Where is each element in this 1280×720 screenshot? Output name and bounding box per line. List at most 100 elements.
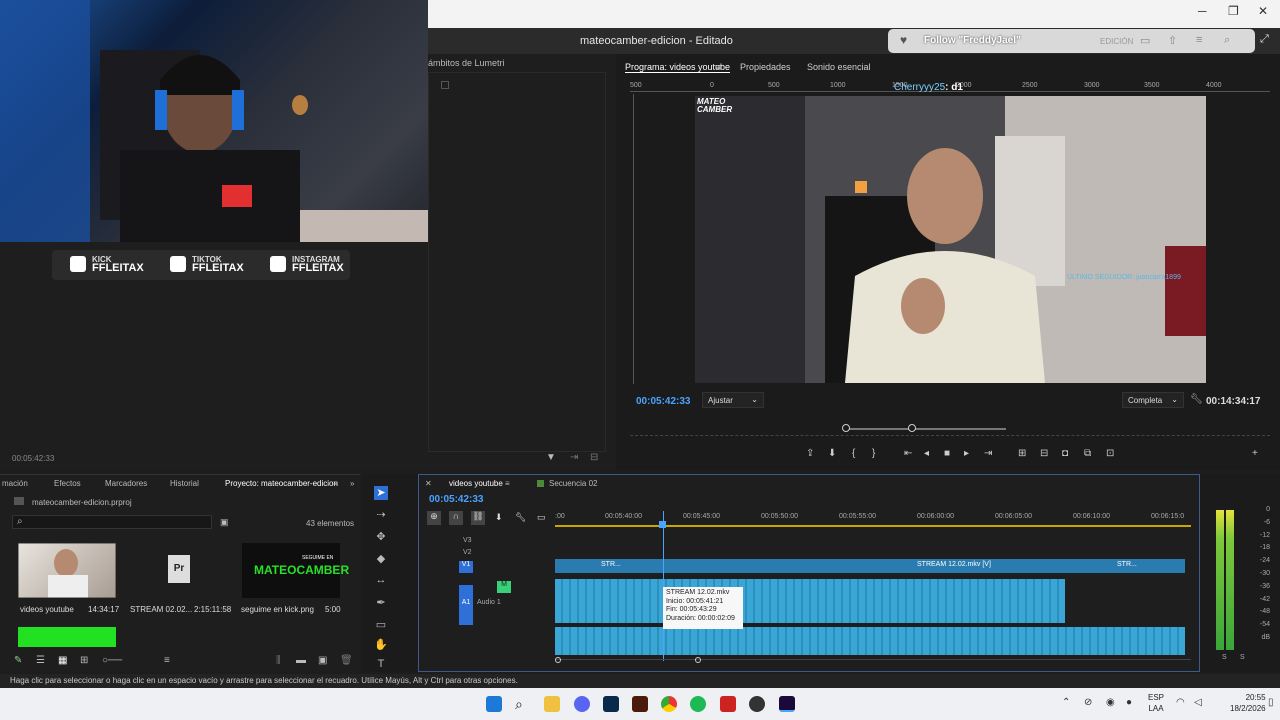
tab-informacion[interactable]: mación: [2, 479, 28, 488]
multicam-icon[interactable]: ⊡: [1106, 448, 1114, 459]
share-icon[interactable]: ⇧: [1168, 34, 1177, 47]
tray-app-icon[interactable]: ◉: [1106, 697, 1115, 708]
snap-icon[interactable]: ∩: [449, 511, 463, 525]
solo-right-button[interactable]: S: [1240, 654, 1245, 661]
go-to-out-icon[interactable]: ⇥: [984, 448, 992, 459]
timeline-ruler[interactable]: :00 00:05:40:00 00:05:45:00 00:05:50:00 …: [555, 511, 1191, 528]
hand-tool-icon[interactable]: ✋: [374, 638, 388, 652]
wifi-icon[interactable]: ◠: [1176, 697, 1185, 708]
captions-icon[interactable]: ▭: [537, 512, 546, 523]
trash-icon[interactable]: 🗑︎: [340, 655, 353, 666]
razor-tool-icon[interactable]: ◆: [374, 552, 388, 566]
marker-icon[interactable]: ⬇: [828, 448, 836, 459]
rectangle-tool-icon[interactable]: ▭: [374, 618, 388, 632]
photoshop-icon[interactable]: [603, 696, 619, 712]
sort-icon[interactable]: ≡: [164, 655, 170, 666]
tab-secuencia-02[interactable]: Secuencia 02: [549, 479, 597, 488]
image-thumbnail[interactable]: MATEOCAMBER SEGUIME EN: [242, 543, 349, 598]
filter-icon[interactable]: ▼: [546, 452, 556, 463]
program-scrubber[interactable]: [630, 424, 1270, 436]
overwrite-icon[interactable]: ⊟: [1040, 448, 1048, 459]
volume-icon[interactable]: ◁: [1194, 697, 1202, 708]
zoom-slider[interactable]: ○──: [102, 655, 122, 666]
automate-icon[interactable]: ⫼: [276, 655, 281, 666]
obs-icon[interactable]: [749, 696, 765, 712]
program-timecode[interactable]: 00:05:42:33: [636, 396, 690, 407]
tab-program[interactable]: Programa: videos youtube: [625, 62, 731, 73]
discord-icon[interactable]: [574, 696, 590, 712]
windows-start-icon[interactable]: [486, 696, 502, 712]
wrench-icon[interactable]: 🔧︎: [1190, 394, 1203, 405]
menu-icon[interactable]: ≡: [716, 62, 721, 72]
network-off-icon[interactable]: ⊘: [1084, 697, 1092, 708]
icon-view-icon[interactable]: ▦: [58, 655, 67, 666]
app-icon[interactable]: [720, 696, 736, 712]
wrench-icon[interactable]: 🔧︎: [515, 512, 526, 523]
clock[interactable]: 20:55 18/2/2026: [1230, 692, 1266, 714]
audio-clip-track-2[interactable]: [555, 627, 1185, 655]
timeline-scrollbar[interactable]: [555, 657, 1191, 665]
fit-select[interactable]: Ajustar ⌄: [702, 392, 764, 408]
tray-app-2-icon[interactable]: ●: [1126, 697, 1132, 708]
panel-icon[interactable]: ▭: [1140, 34, 1150, 47]
slip-tool-icon[interactable]: ↔: [374, 574, 388, 588]
step-back-icon[interactable]: ◂: [924, 448, 929, 459]
nest-icon[interactable]: ⊕: [427, 511, 441, 525]
ripple-edit-icon[interactable]: ✥: [374, 530, 388, 544]
search-icon[interactable]: ⌕: [1224, 34, 1230, 47]
new-bin-icon[interactable]: ▬: [296, 655, 306, 666]
video-clip-track[interactable]: STR... STREAM 12.02.mkv [V] STR...: [555, 559, 1185, 573]
track-v1-label[interactable]: V1: [459, 561, 473, 573]
camera-icon[interactable]: ◘: [1062, 448, 1068, 459]
freeform-view-icon[interactable]: ⊞: [80, 655, 88, 666]
premiere-icon[interactable]: [779, 696, 795, 712]
color-matte-thumbnail[interactable]: [18, 627, 116, 647]
track-a1-label[interactable]: A1: [459, 585, 473, 625]
maximize-button[interactable]: ❐: [1228, 4, 1239, 18]
new-bin-icon[interactable]: ▣: [220, 517, 229, 528]
step-forward-icon[interactable]: ▸: [964, 448, 969, 459]
file-explorer-icon[interactable]: [544, 696, 560, 712]
list-view-icon[interactable]: ☰: [36, 655, 45, 666]
chevron-up-icon[interactable]: ⌃: [1062, 697, 1070, 708]
type-tool-icon[interactable]: T: [374, 658, 388, 672]
close-tab-icon[interactable]: ✕: [425, 479, 432, 488]
lift-icon[interactable]: ⇪: [806, 448, 814, 459]
audio-clip-track[interactable]: [555, 579, 1065, 623]
progress-icon[interactable]: ≡: [1196, 34, 1202, 46]
mark-in-icon[interactable]: {: [852, 448, 855, 459]
close-button[interactable]: ✕: [1258, 4, 1268, 18]
pencil-icon[interactable]: ✎: [14, 655, 22, 666]
in-point-handle[interactable]: [842, 424, 850, 432]
language-indicator[interactable]: ESP LAA: [1148, 692, 1164, 714]
workspace-label[interactable]: EDICIÓN: [1100, 37, 1133, 46]
solo-left-button[interactable]: S: [1222, 654, 1227, 661]
spotify-icon[interactable]: [690, 696, 706, 712]
clip-thumbnail[interactable]: [17, 542, 117, 599]
tab-propiedades[interactable]: Propiedades: [740, 62, 791, 72]
tab-lumetri[interactable]: ámbitos de Lumetri: [428, 58, 505, 68]
tab-proyecto[interactable]: Proyecto: mateocamber-edicion: [225, 479, 338, 488]
go-to-in-icon[interactable]: ⇤: [904, 448, 912, 459]
add-marker-icon[interactable]: ⬇: [495, 512, 503, 523]
insert-icon[interactable]: ⊞: [1018, 448, 1026, 459]
stop-icon[interactable]: ■: [944, 448, 950, 459]
menu-icon[interactable]: ≡: [333, 479, 338, 488]
search-input[interactable]: ⌕: [12, 515, 212, 529]
tab-sonido-esencial[interactable]: Sonido esencial: [807, 62, 871, 72]
sequence-thumbnail[interactable]: Pr: [130, 543, 228, 598]
tab-efectos[interactable]: Efectos: [54, 479, 81, 488]
selection-tool-icon[interactable]: ➤: [374, 486, 388, 500]
comparison-icon[interactable]: ⧉: [1084, 448, 1091, 459]
new-item-icon[interactable]: ▣: [318, 655, 327, 666]
tab-videos-youtube[interactable]: videos youtube: [449, 479, 503, 488]
settings-icon[interactable]: ⊟: [590, 452, 598, 463]
tab-marcadores[interactable]: Marcadores: [105, 479, 147, 488]
mark-out-icon[interactable]: }: [872, 448, 875, 459]
chevron-right-icon[interactable]: »: [350, 479, 354, 488]
track-select-icon[interactable]: ⇢: [374, 508, 388, 522]
illustrator-icon[interactable]: [632, 696, 648, 712]
pen-tool-icon[interactable]: ✒: [374, 596, 388, 610]
mute-button[interactable]: M: [497, 581, 511, 593]
linked-selection-icon[interactable]: ⛓︎: [471, 511, 485, 525]
